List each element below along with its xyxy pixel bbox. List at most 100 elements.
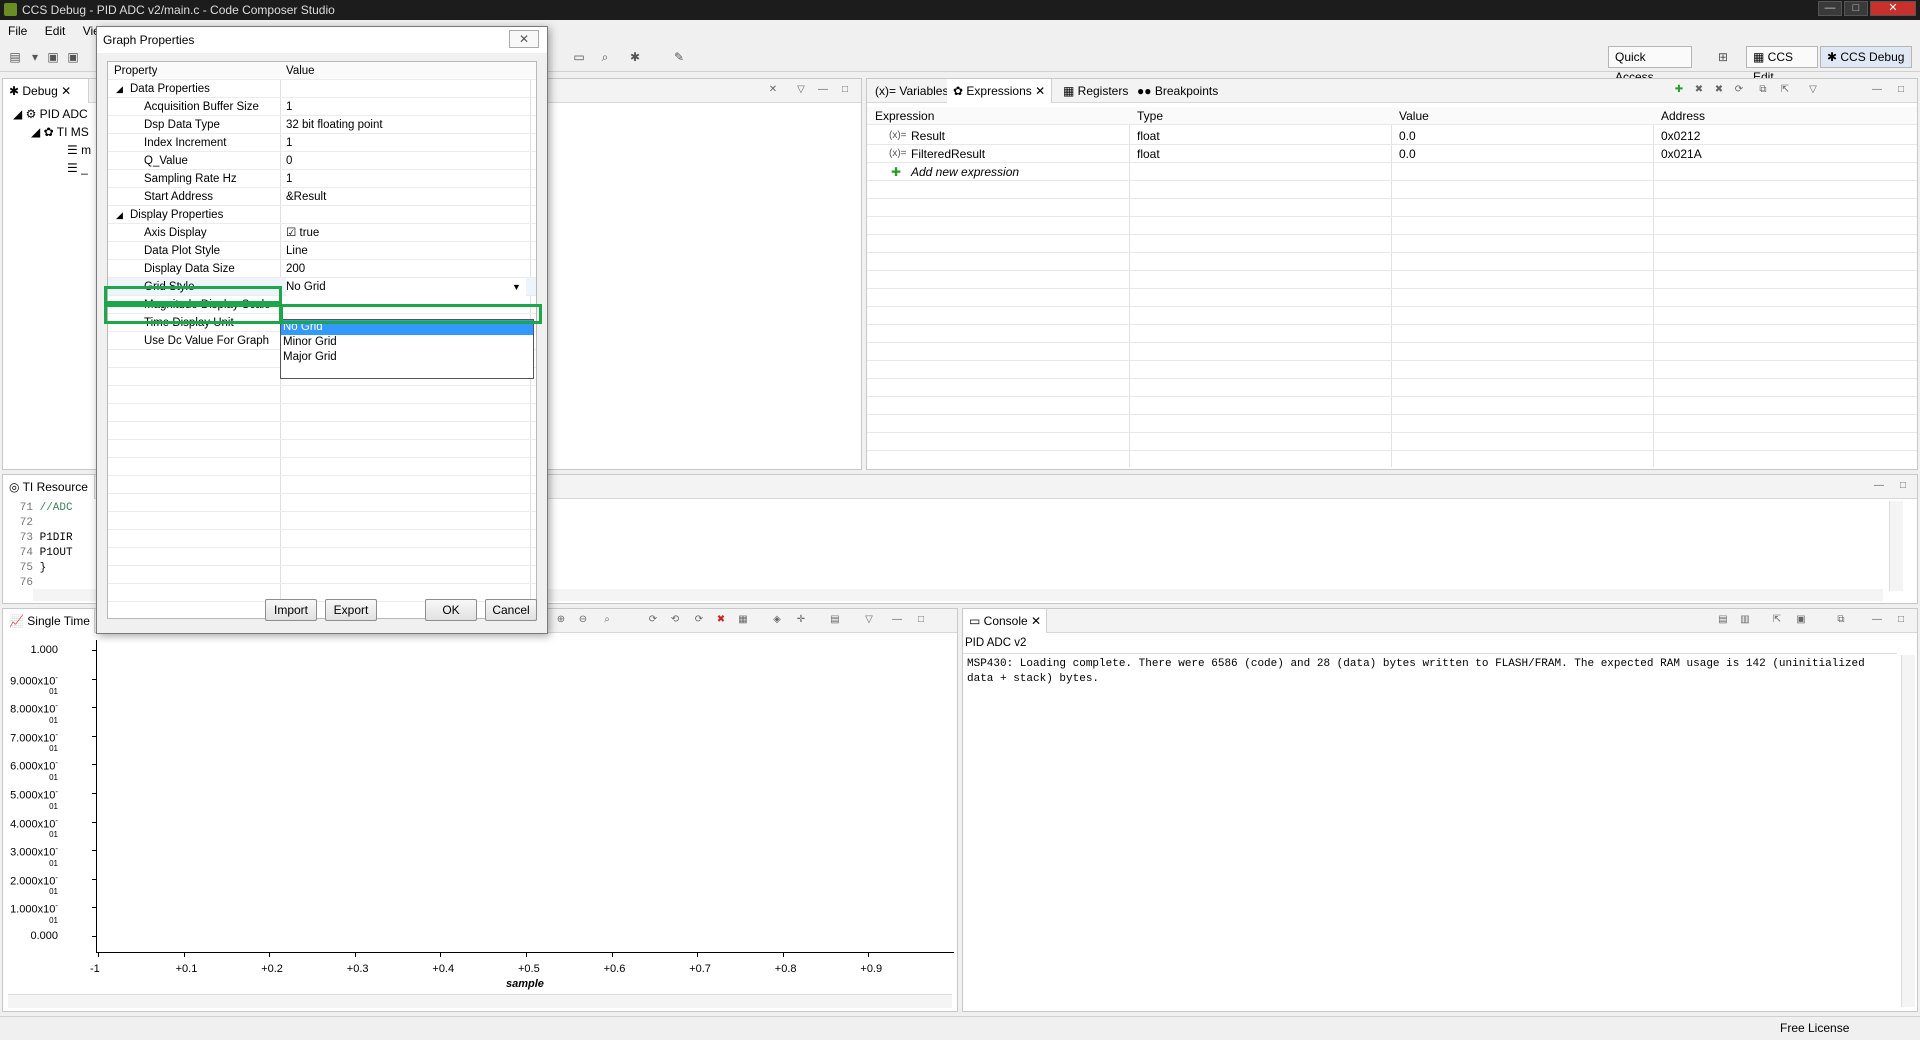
- export-button[interactable]: Export: [325, 599, 377, 621]
- expand-arrow-icon[interactable]: ◢: [116, 80, 123, 98]
- property-row[interactable]: Display Data Size 200: [108, 260, 536, 278]
- dialog-close-icon[interactable]: ✕: [509, 30, 539, 48]
- measure-icon[interactable]: ◈: [771, 615, 783, 625]
- grid-style-select[interactable]: No Grid ▼: [286, 278, 526, 296]
- dropdown-option-minor-grid[interactable]: Minor Grid: [281, 335, 533, 350]
- clear-console-icon[interactable]: ▤: [1717, 615, 1729, 625]
- remove-icon[interactable]: ✖: [1693, 85, 1705, 95]
- remove-icon[interactable]: ✕: [767, 85, 779, 95]
- debug-tree-item[interactable]: ☰ _: [67, 161, 88, 175]
- open-perspective-icon[interactable]: ⊞: [1716, 50, 1730, 64]
- tab-single-time[interactable]: 📈 Single Time: [3, 609, 95, 633]
- column-header[interactable]: Property: [114, 62, 157, 80]
- terminate-icon[interactable]: ▭: [572, 50, 586, 64]
- graph-horizontal-scrollbar[interactable]: [8, 994, 952, 1008]
- column-header[interactable]: Type: [1137, 107, 1163, 125]
- minimize-view-icon[interactable]: —: [1871, 615, 1883, 625]
- debug-tree-item[interactable]: ☰ m: [67, 143, 91, 157]
- property-row[interactable]: Sampling Rate Hz 1: [108, 170, 536, 188]
- sync-icon[interactable]: ⟳: [693, 615, 705, 625]
- refresh-icon[interactable]: ⟳: [647, 615, 659, 625]
- ccs-edit-perspective[interactable]: ▦ CCS Edit: [1746, 46, 1818, 84]
- table-row[interactable]: (x)= Result float 0.0 0x0212: [867, 127, 1917, 145]
- property-value[interactable]: ☑ true: [286, 224, 526, 242]
- console-output[interactable]: MSP430: Loading complete. There were 658…: [967, 657, 1887, 687]
- column-header[interactable]: Address: [1661, 107, 1705, 125]
- minimize-view-icon[interactable]: —: [817, 85, 829, 95]
- view-menu-icon[interactable]: ▽: [1807, 85, 1819, 95]
- checkbox-icon[interactable]: ☑: [286, 227, 300, 239]
- maximize-view-icon[interactable]: □: [839, 85, 851, 95]
- chevron-down-icon[interactable]: ▼: [512, 278, 521, 296]
- add-expression-row[interactable]: ✚ Add new expression: [867, 163, 1917, 181]
- properties-icon[interactable]: ▤: [829, 615, 841, 625]
- add-icon[interactable]: ✚: [1673, 85, 1685, 95]
- property-row[interactable]: Index Increment 1: [108, 134, 536, 152]
- console-scrollbar[interactable]: [1901, 655, 1915, 1007]
- tab-debug[interactable]: ✱ Debug ✕: [3, 79, 89, 103]
- debug-icon[interactable]: ✱: [628, 50, 642, 64]
- cursor-icon[interactable]: ✛: [795, 615, 807, 625]
- tab-ti-resource[interactable]: ◎ TI Resource: [3, 475, 95, 499]
- column-header[interactable]: Expression: [875, 107, 934, 125]
- quick-access-input[interactable]: Quick Access: [1608, 46, 1692, 84]
- maximize-view-icon[interactable]: □: [915, 615, 927, 625]
- search-icon[interactable]: ⌕: [598, 50, 612, 64]
- property-row[interactable]: Acquisition Buffer Size 1: [108, 98, 536, 116]
- close-tab-icon[interactable]: ✕: [1031, 614, 1041, 628]
- property-row[interactable]: Data Plot Style Line: [108, 242, 536, 260]
- debug-tree-item[interactable]: ◢ ✿ TI MS: [31, 125, 89, 139]
- minimize-view-icon[interactable]: —: [891, 615, 903, 625]
- minimize-button[interactable]: —: [1818, 1, 1842, 16]
- minimize-view-icon[interactable]: —: [1873, 481, 1885, 491]
- property-value[interactable]: 0: [286, 152, 526, 170]
- maximize-view-icon[interactable]: □: [1897, 481, 1909, 491]
- close-window-button[interactable]: ✕: [1870, 1, 1916, 16]
- property-value[interactable]: 200: [286, 260, 526, 278]
- dropdown-icon[interactable]: ▾: [28, 50, 42, 64]
- view-menu-icon[interactable]: ▽: [795, 85, 807, 95]
- maximize-view-icon[interactable]: □: [1895, 615, 1907, 625]
- property-row[interactable]: Axis Display ☑ true: [108, 224, 536, 242]
- ok-button[interactable]: OK: [425, 599, 477, 621]
- open-console-icon[interactable]: ⧉: [1835, 615, 1847, 625]
- flash-icon[interactable]: ✎: [672, 50, 686, 64]
- ccs-debug-perspective[interactable]: ✱ CCS Debug: [1820, 46, 1912, 68]
- property-group[interactable]: ◢ Display Properties: [108, 206, 536, 224]
- property-value[interactable]: 32 bit floating point: [286, 116, 526, 134]
- menu-edit[interactable]: Edit: [45, 24, 66, 38]
- property-value[interactable]: 1: [286, 170, 526, 188]
- cancel-button[interactable]: Cancel: [485, 599, 537, 621]
- maximize-view-icon[interactable]: □: [1895, 85, 1907, 95]
- pin-icon[interactable]: ⇱: [1779, 85, 1791, 95]
- import-button[interactable]: Import: [265, 599, 317, 621]
- zoom-in-icon[interactable]: ⊕: [555, 615, 567, 625]
- expand-arrow-icon[interactable]: ◢: [116, 206, 123, 224]
- property-value[interactable]: 1: [286, 98, 526, 116]
- scroll-lock-icon[interactable]: ▥: [1739, 615, 1751, 625]
- reset-icon[interactable]: ✖: [715, 615, 727, 625]
- minimize-view-icon[interactable]: —: [1871, 85, 1883, 95]
- tab-registers[interactable]: ▦ Registers: [1057, 79, 1134, 103]
- save-icon[interactable]: ▣: [46, 50, 60, 64]
- tab-variables[interactable]: (x)= Variables: [869, 79, 954, 103]
- zoom-out-icon[interactable]: ⊖: [577, 615, 589, 625]
- dropdown-option-major-grid[interactable]: Major Grid: [281, 350, 533, 365]
- new-view-icon[interactable]: ⧉: [1757, 85, 1769, 95]
- save-all-icon[interactable]: ▣: [66, 50, 80, 64]
- vertical-scrollbar[interactable]: [1889, 501, 1903, 591]
- tab-breakpoints[interactable]: ●● Breakpoints: [1131, 79, 1224, 103]
- column-header[interactable]: Value: [1399, 107, 1429, 125]
- menu-file[interactable]: File: [8, 24, 27, 38]
- property-value[interactable]: &Result: [286, 188, 526, 206]
- column-header[interactable]: Value: [286, 62, 315, 80]
- property-group[interactable]: ◢ Data Properties: [108, 80, 536, 98]
- remove-all-icon[interactable]: ✖: [1713, 85, 1725, 95]
- debug-tree-item[interactable]: ◢ ⚙ PID ADC: [13, 107, 88, 121]
- property-value[interactable]: 1: [286, 134, 526, 152]
- maximize-button[interactable]: □: [1844, 1, 1868, 16]
- refresh-icon[interactable]: ⟳: [1733, 85, 1745, 95]
- zoom-fit-icon[interactable]: ⌕: [601, 615, 613, 625]
- tab-expressions[interactable]: ✿ Expressions ✕: [947, 79, 1053, 103]
- property-row[interactable]: Dsp Data Type 32 bit floating point: [108, 116, 536, 134]
